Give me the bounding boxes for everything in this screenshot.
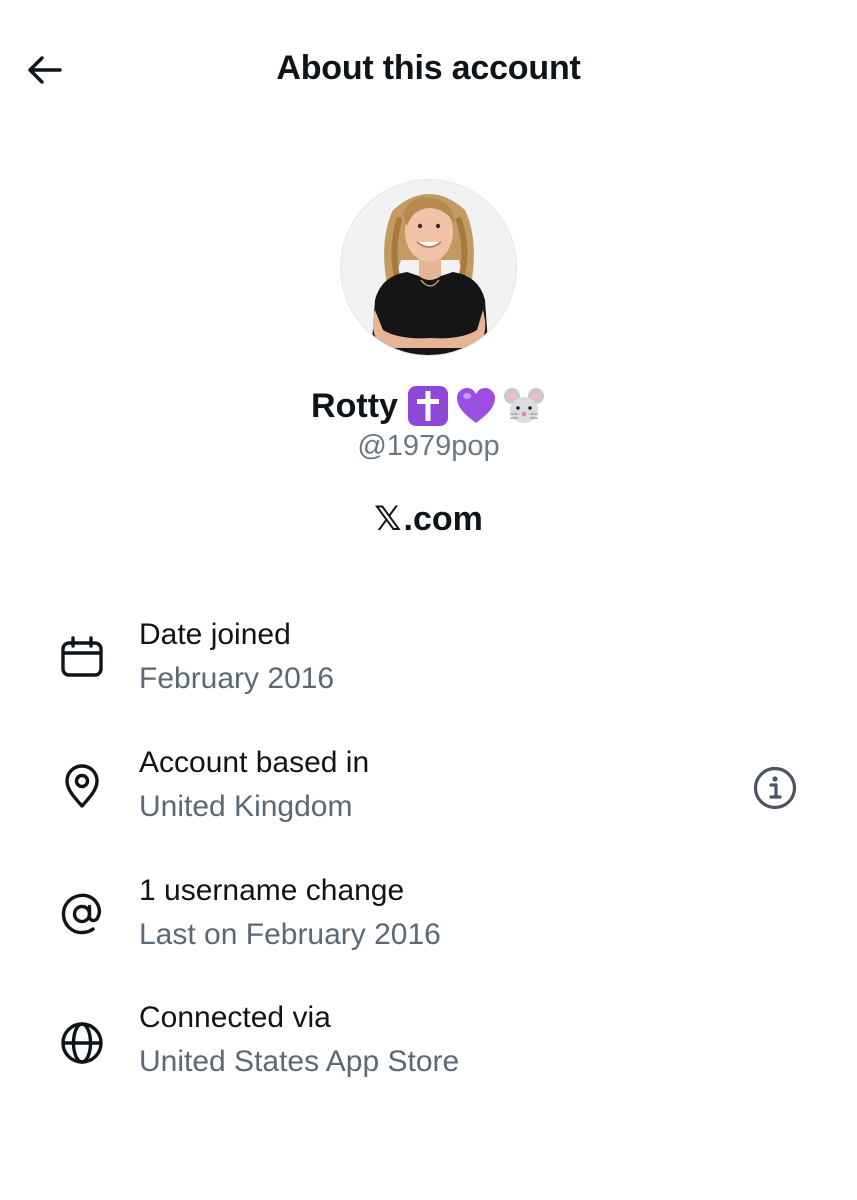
display-name-row: Rotty: [0, 381, 857, 431]
brand-domain: .com: [403, 499, 483, 538]
calendar-icon: [58, 634, 106, 682]
display-name: Rotty: [311, 386, 398, 425]
location-pin-icon: [58, 762, 106, 810]
about-account-screen: About this account Rotty @1979pop 𝕏 .com…: [0, 0, 857, 1200]
detail-row-connected-via: Connected via United States App Store: [0, 1001, 857, 1101]
detail-row-account-based-in: Account based in United Kingdom: [0, 746, 857, 846]
detail-value: February 2016: [139, 662, 335, 695]
account-location-info-button[interactable]: [750, 763, 800, 813]
detail-value: United States App Store: [139, 1045, 460, 1078]
detail-label: Date joined: [139, 618, 291, 651]
avatar: [340, 179, 517, 356]
detail-row-username-change: 1 username change Last on February 2016: [0, 874, 857, 974]
x-logo-icon: 𝕏: [374, 499, 402, 539]
detail-value: Last on February 2016: [139, 918, 441, 951]
detail-label: Account based in: [139, 746, 370, 779]
detail-label: 1 username change: [139, 874, 405, 907]
globe-icon: [58, 1019, 106, 1067]
x-com-brand: 𝕏 .com: [0, 496, 857, 542]
detail-row-date-joined: Date joined February 2016: [0, 618, 857, 718]
detail-value: United Kingdom: [139, 790, 353, 823]
purple-heart-emoji: [454, 384, 498, 428]
at-sign-icon: [58, 890, 106, 938]
detail-label: Connected via: [139, 1001, 331, 1034]
info-icon: [753, 766, 797, 810]
mouse-face-emoji: [502, 384, 546, 428]
username-handle: @1979pop: [357, 430, 500, 462]
page-title: About this account: [276, 49, 581, 87]
latin-cross-emoji: [406, 384, 450, 428]
name-emoji-badges: [406, 384, 546, 428]
